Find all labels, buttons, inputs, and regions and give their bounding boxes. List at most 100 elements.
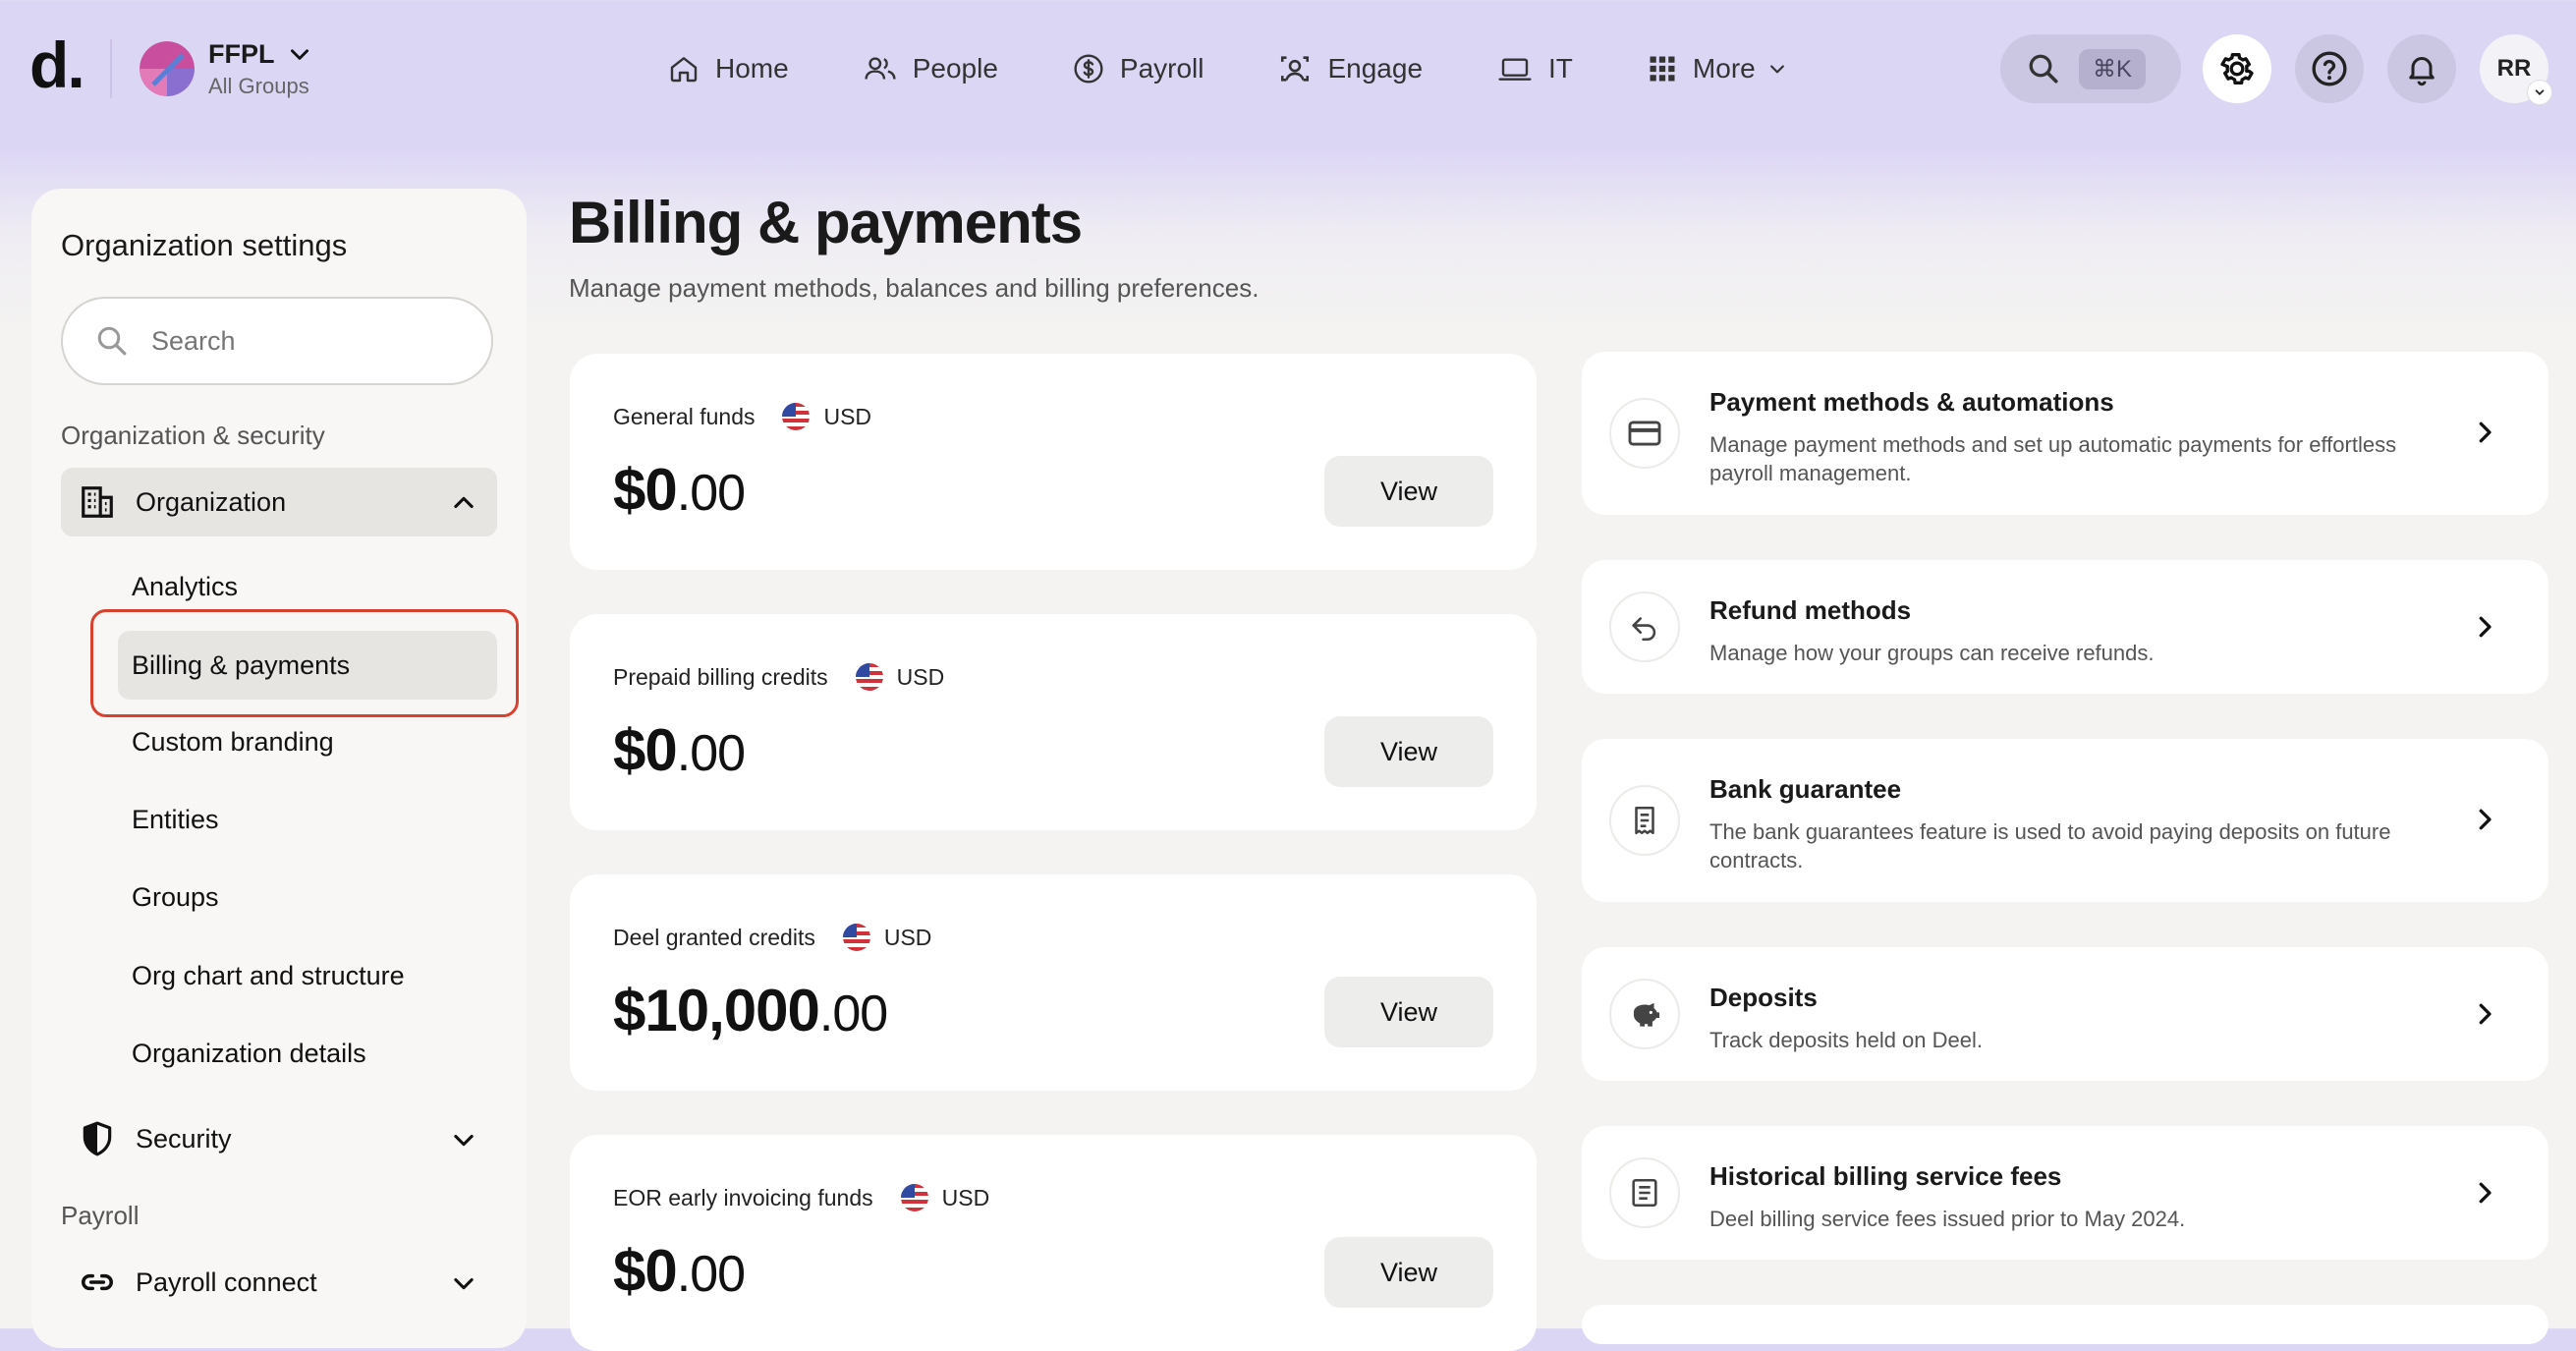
currency-code: USD (896, 663, 945, 690)
sidebar-item-label: Billing & payments (132, 649, 351, 680)
building-icon (82, 486, 113, 518)
user-avatar[interactable]: RR (2480, 34, 2552, 105)
nav-engage[interactable]: Engage (1278, 39, 1423, 98)
undo-arrow-icon (1609, 591, 1680, 662)
fund-card-eor-invoicing: EOR early invoicing funds USD $0.00 View (570, 1135, 1537, 1351)
chevron-down-icon (454, 1277, 474, 1290)
fund-label: Prepaid billing credits (613, 663, 828, 690)
view-button[interactable]: View (1324, 977, 1493, 1047)
sidebar-title: Organization settings (61, 228, 348, 262)
settings-card-deposits[interactable]: Deposits Track deposits held on Deel. (1582, 947, 2548, 1081)
settings-card-title: Refund methods (1709, 595, 1912, 625)
avatar-menu-badge (2527, 80, 2552, 105)
nav-it[interactable]: IT (1497, 39, 1573, 98)
nav-home[interactable]: Home (668, 39, 789, 98)
sidebar-item-custom-branding[interactable]: Custom branding (132, 727, 334, 758)
deel-logo[interactable]: d. (29, 28, 85, 102)
people-icon (865, 57, 896, 80)
main-nav: Home People Payroll Engage IT More (668, 39, 1862, 98)
settings-card-desc: Deel billing service fees issued prior t… (1709, 1207, 2186, 1231)
sidebar-search[interactable] (61, 297, 493, 385)
settings-card-refund-methods[interactable]: Refund methods Manage how your groups ca… (1582, 560, 2548, 694)
fund-card-granted-credits: Deel granted credits USD $10,000.00 View (570, 874, 1537, 1091)
nav-label: Home (715, 53, 789, 84)
chevron-up-icon (454, 496, 474, 509)
view-button[interactable]: View (1324, 456, 1493, 527)
fund-label: General funds (613, 403, 756, 429)
global-search-button[interactable]: ⌘K (2000, 34, 2181, 103)
us-flag-icon (855, 663, 883, 691)
nav-more[interactable]: More (1648, 39, 1787, 98)
chevron-right-icon (2479, 616, 2492, 638)
fund-amount: $10,000.00 (613, 978, 888, 1043)
sidebar-group-label: Payroll connect (136, 1267, 317, 1297)
settings-card-title: Historical billing service fees (1709, 1161, 2062, 1191)
sidebar-item-entities[interactable]: Entities (132, 805, 219, 835)
bell-icon (2409, 57, 2435, 86)
fund-card-general: General funds USD $0.00 View (570, 354, 1537, 570)
sidebar-group-label: Organization (136, 486, 287, 517)
settings-card-desc: Track deposits held on Deel. (1709, 1028, 1983, 1052)
settings-card-partial[interactable] (1582, 1305, 2548, 1344)
org-switcher[interactable]: FFPL All Groups (140, 33, 312, 104)
sidebar-group-organization[interactable]: Organization (61, 468, 497, 536)
chevron-right-icon (2479, 1003, 2492, 1025)
nav-label: People (912, 53, 998, 84)
document-icon (1609, 1157, 1680, 1228)
view-button[interactable]: View (1324, 1237, 1493, 1308)
settings-sidebar: Organization settings Organization & sec… (31, 189, 527, 1348)
nav-label: Engage (1327, 53, 1424, 84)
nav-label: IT (1548, 53, 1573, 84)
sidebar-item-organization-details[interactable]: Organization details (132, 1039, 366, 1069)
laptop-icon (1498, 58, 1532, 81)
org-avatar (140, 41, 195, 96)
section-heading: Organization & security (61, 421, 325, 450)
chevron-down-icon (290, 49, 308, 60)
sidebar-group-payroll-connect[interactable]: Payroll connect (61, 1248, 497, 1317)
settings-card-title: Deposits (1709, 983, 1818, 1012)
chevron-right-icon (2479, 809, 2492, 830)
settings-card-payment-methods[interactable]: Payment methods & automations Manage pay… (1582, 352, 2548, 515)
notifications-button[interactable] (2387, 34, 2456, 103)
sidebar-item-groups[interactable]: Groups (132, 882, 219, 913)
shortcut-hint: ⌘K (2079, 48, 2147, 89)
grid-icon (1650, 56, 1675, 82)
engage-icon (1281, 56, 1310, 82)
receipt-icon (1609, 785, 1680, 856)
page-subtitle: Manage payment methods, balances and bil… (569, 273, 1260, 303)
fund-amount: $0.00 (613, 457, 746, 523)
settings-button[interactable] (2203, 34, 2271, 103)
view-button[interactable]: View (1324, 716, 1493, 787)
sidebar-item-org-chart[interactable]: Org chart and structure (132, 961, 405, 991)
search-icon (2029, 54, 2058, 84)
page-title: Billing & payments (569, 190, 1083, 255)
settings-card-historical-fees[interactable]: Historical billing service fees Deel bil… (1582, 1126, 2548, 1260)
settings-card-bank-guarantee[interactable]: Bank guarantee The bank guarantees featu… (1582, 739, 2548, 902)
settings-card-desc: Manage how your groups can receive refun… (1709, 641, 2155, 665)
credit-card-icon (1609, 398, 1680, 469)
sidebar-item-analytics[interactable]: Analytics (132, 572, 238, 602)
nav-payroll[interactable]: Payroll (1073, 39, 1204, 98)
fund-card-prepaid-credits: Prepaid billing credits USD $0.00 View (570, 614, 1537, 830)
link-icon (82, 1273, 113, 1291)
user-initials: RR (2496, 55, 2532, 82)
sidebar-search-input[interactable] (149, 324, 448, 358)
currency-code: USD (823, 403, 872, 429)
home-icon (670, 57, 698, 83)
chevron-right-icon (2479, 1182, 2492, 1204)
us-flag-icon (900, 1184, 928, 1211)
sidebar-item-billing-payments[interactable]: Billing & payments (118, 631, 497, 700)
sidebar-group-label: Security (136, 1123, 232, 1154)
org-subtitle: All Groups (208, 73, 309, 98)
org-name: FFPL (208, 38, 275, 69)
section-heading: Payroll (61, 1201, 140, 1230)
nav-people[interactable]: People (864, 39, 998, 98)
shield-icon (83, 1121, 112, 1156)
divider (110, 39, 112, 98)
help-button[interactable] (2295, 34, 2364, 103)
settings-card-desc: The bank guarantees feature is used to a… (1709, 819, 2391, 873)
dollar-circle-icon (1074, 54, 1103, 84)
sidebar-group-security[interactable]: Security (61, 1104, 497, 1173)
search-icon (97, 326, 127, 356)
help-icon (2312, 51, 2347, 86)
